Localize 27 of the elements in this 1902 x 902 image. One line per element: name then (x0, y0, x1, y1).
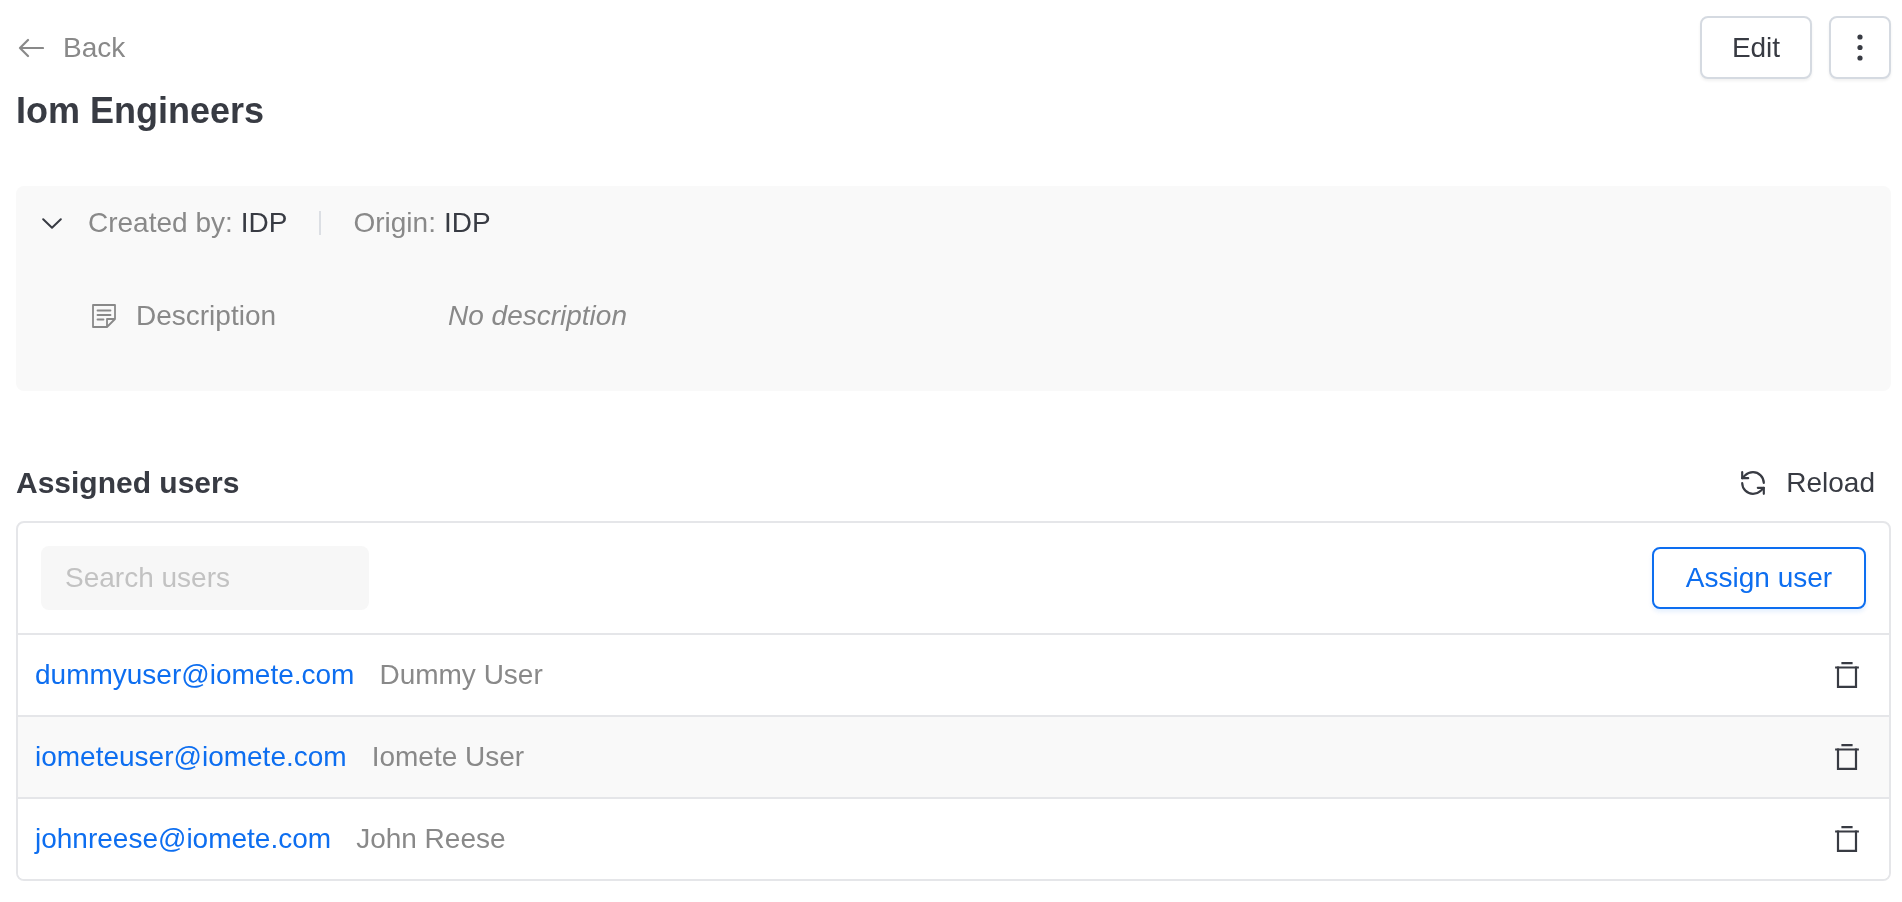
user-name: Dummy User (379, 658, 544, 692)
refresh-icon (1741, 471, 1766, 495)
detail-label: Description (136, 299, 278, 333)
section-title: Assigned users (16, 465, 240, 501)
back-button[interactable]: Back (16, 29, 126, 66)
trash-icon[interactable] (1835, 662, 1859, 688)
user-row[interactable]: iometeuser@iomete.com Iomete User (18, 717, 1889, 799)
email-link[interactable]: johnreese@iomete.com (35, 821, 332, 857)
reload-button[interactable]: Reload (1741, 465, 1891, 501)
trash-icon[interactable] (1835, 826, 1859, 852)
arrow-left-icon (18, 37, 44, 58)
assign-user-button[interactable]: Assign user (1652, 547, 1866, 609)
trash-icon[interactable] (1835, 744, 1859, 770)
chevron-down-icon[interactable] (42, 217, 62, 229)
email-link[interactable]: dummyuser@iomete.com (35, 657, 355, 693)
detail-value: No description (448, 299, 627, 333)
meta-value: IDP (443, 206, 491, 240)
meta-value: IDP (240, 206, 288, 240)
page-title: Iom Engineers (16, 89, 266, 133)
user-name: Iomete User (371, 740, 526, 774)
edit-button[interactable]: Edit (1700, 16, 1812, 79)
user-name: John Reese (356, 822, 507, 856)
email-link[interactable]: iometeuser@iomete.com (35, 739, 347, 775)
note-icon (92, 304, 116, 328)
meta-label: Created by: (88, 206, 233, 240)
vertical-dots-icon (1857, 34, 1863, 61)
meta-label: Origin: (353, 206, 436, 240)
